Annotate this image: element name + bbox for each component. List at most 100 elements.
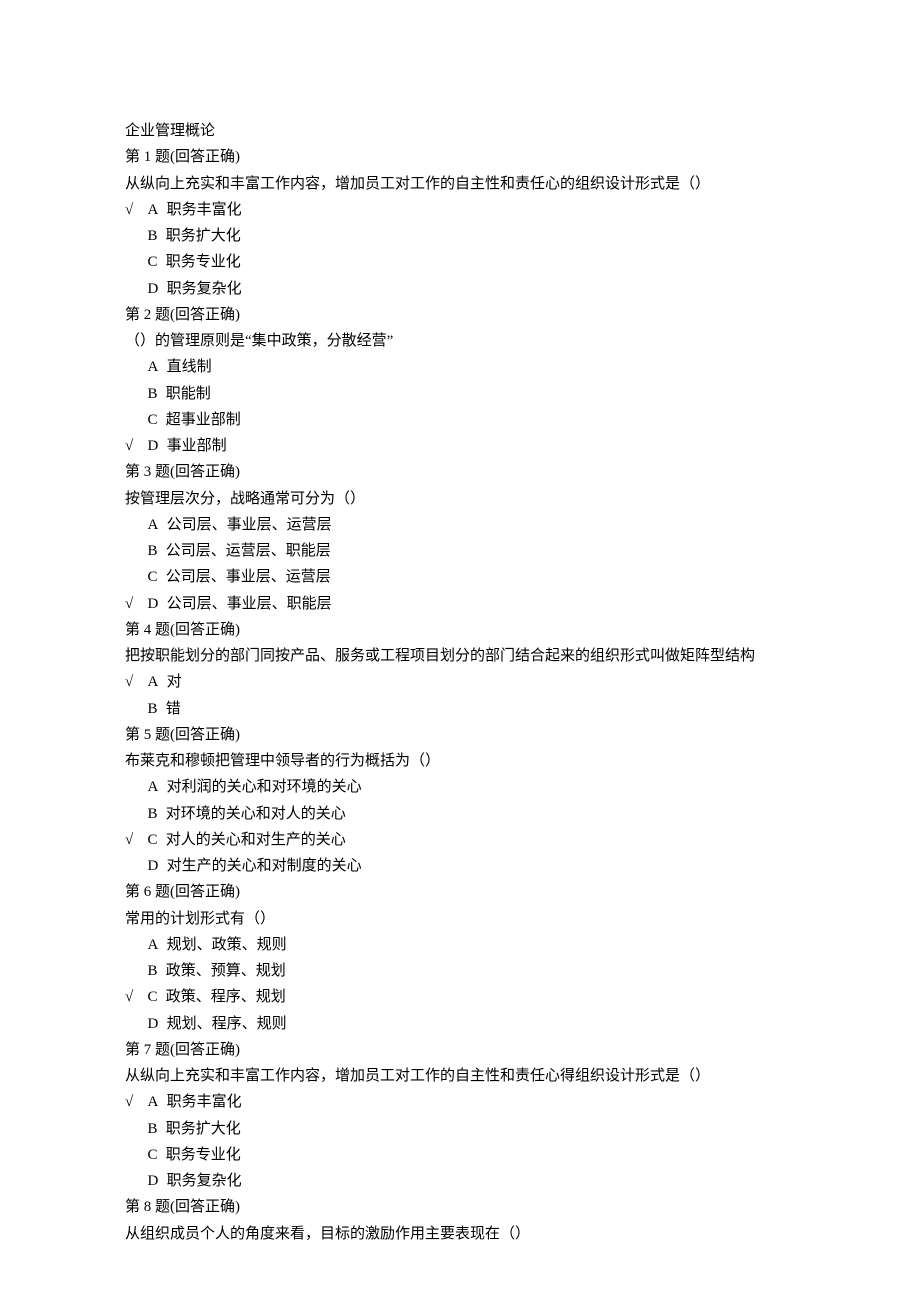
option-check: √ (125, 1089, 148, 1115)
page-title: 企业管理概论 (125, 118, 795, 144)
question-status: (回答正确) (170, 149, 240, 165)
question-header: 第 1 题(回答正确) (125, 144, 795, 170)
question-option: √D 事业部制 (125, 433, 795, 459)
question-option: B 政策、预算、规划 (125, 958, 795, 984)
option-text: 公司层、运营层、职能层 (162, 543, 331, 559)
option-letter: A (148, 674, 159, 690)
option-letter: C (148, 1147, 158, 1163)
option-letter: A (148, 517, 159, 533)
option-letter: A (148, 937, 159, 953)
question-header: 第 5 题(回答正确) (125, 722, 795, 748)
option-letter: D (148, 438, 159, 454)
option-letter: B (148, 806, 158, 822)
option-text: 职务复杂化 (163, 281, 242, 297)
question-status: (回答正确) (170, 1042, 240, 1058)
question-option: √A 职务丰富化 (125, 1089, 795, 1115)
question-option: A 规划、政策、规则 (125, 932, 795, 958)
option-letter: B (148, 386, 158, 402)
question-option: C 职务专业化 (125, 249, 795, 275)
question-option: A 公司层、事业层、运营层 (125, 512, 795, 538)
question-number: 8 (144, 1199, 152, 1215)
option-text: 职务扩大化 (162, 228, 241, 244)
question-option: B 错 (125, 696, 795, 722)
option-text: 政策、预算、规划 (162, 963, 286, 979)
question-option: B 对环境的关心和对人的关心 (125, 801, 795, 827)
question-header: 第 7 题(回答正确) (125, 1037, 795, 1063)
question-option: A 直线制 (125, 354, 795, 380)
question-prompt: （）的管理原则是“集中政策，分散经营” (125, 328, 795, 354)
question-status: (回答正确) (170, 727, 240, 743)
option-text: 公司层、事业层、运营层 (163, 517, 332, 533)
option-text: 对环境的关心和对人的关心 (162, 806, 346, 822)
option-letter: A (148, 359, 159, 375)
question-option: A 对利润的关心和对环境的关心 (125, 774, 795, 800)
question-option: √A 职务丰富化 (125, 197, 795, 223)
question-header: 第 6 题(回答正确) (125, 879, 795, 905)
question-status: (回答正确) (170, 884, 240, 900)
option-text: 对利润的关心和对环境的关心 (163, 779, 362, 795)
option-letter: D (148, 1173, 159, 1189)
question-status: (回答正确) (170, 307, 240, 323)
question-option: B 职务扩大化 (125, 1116, 795, 1142)
option-letter: C (148, 254, 158, 270)
option-letter: D (148, 596, 159, 612)
option-text: 直线制 (163, 359, 212, 375)
option-text: 职务专业化 (162, 1147, 241, 1163)
question-header: 第 4 题(回答正确) (125, 617, 795, 643)
question-prompt: 按管理层次分，战略通常可分为（） (125, 486, 795, 512)
option-check: √ (125, 984, 148, 1010)
option-letter: B (148, 701, 158, 717)
question-option: B 公司层、运营层、职能层 (125, 538, 795, 564)
option-letter: D (148, 858, 159, 874)
question-option: B 职能制 (125, 381, 795, 407)
option-letter: D (148, 1016, 159, 1032)
option-check: √ (125, 669, 148, 695)
question-option: C 超事业部制 (125, 407, 795, 433)
option-letter: B (148, 1121, 158, 1137)
question-prompt: 把按职能划分的部门同按产品、服务或工程项目划分的部门结合起来的组织形式叫做矩阵型… (125, 643, 795, 669)
question-option: C 公司层、事业层、运营层 (125, 564, 795, 590)
question-number: 2 (144, 307, 152, 323)
option-letter: A (148, 779, 159, 795)
option-text: 规划、政策、规则 (163, 937, 287, 953)
question-number: 6 (144, 884, 152, 900)
option-check: √ (125, 197, 148, 223)
question-option: √C 政策、程序、规划 (125, 984, 795, 1010)
option-text: 职务扩大化 (162, 1121, 241, 1137)
question-prompt: 从纵向上充实和丰富工作内容，增加员工对工作的自主性和责任心得组织设计形式是（） (125, 1063, 795, 1089)
question-status: (回答正确) (170, 622, 240, 638)
question-option: D 规划、程序、规则 (125, 1011, 795, 1037)
option-text: 事业部制 (163, 438, 227, 454)
option-check: √ (125, 433, 148, 459)
question-number: 1 (144, 149, 152, 165)
question-option: D 职务复杂化 (125, 276, 795, 302)
option-text: 公司层、事业层、运营层 (162, 569, 331, 585)
option-text: 政策、程序、规划 (162, 989, 286, 1005)
option-letter: D (148, 281, 159, 297)
option-text: 职务丰富化 (163, 202, 242, 218)
question-header: 第 3 题(回答正确) (125, 459, 795, 485)
question-option: √D 公司层、事业层、职能层 (125, 591, 795, 617)
question-prompt: 常用的计划形式有（） (125, 906, 795, 932)
option-check: √ (125, 591, 148, 617)
question-header: 第 8 题(回答正确) (125, 1194, 795, 1220)
option-letter: A (148, 1094, 159, 1110)
option-text: 对 (163, 674, 182, 690)
question-prompt: 从纵向上充实和丰富工作内容，增加员工对工作的自主性和责任心的组织设计形式是（） (125, 171, 795, 197)
question-option: D 职务复杂化 (125, 1168, 795, 1194)
question-prompt: 布莱克和穆顿把管理中领导者的行为概括为（） (125, 748, 795, 774)
option-letter: C (148, 569, 158, 585)
option-text: 职务复杂化 (163, 1173, 242, 1189)
option-text: 职务丰富化 (163, 1094, 242, 1110)
option-text: 错 (162, 701, 181, 717)
question-number: 4 (144, 622, 152, 638)
option-text: 对人的关心和对生产的关心 (162, 832, 346, 848)
option-text: 公司层、事业层、职能层 (163, 596, 332, 612)
document-body: 企业管理概论第 1 题(回答正确)从纵向上充实和丰富工作内容，增加员工对工作的自… (125, 118, 795, 1247)
option-text: 职能制 (162, 386, 211, 402)
question-option: D 对生产的关心和对制度的关心 (125, 853, 795, 879)
question-status: (回答正确) (170, 464, 240, 480)
option-letter: C (148, 832, 158, 848)
question-header: 第 2 题(回答正确) (125, 302, 795, 328)
question-number: 5 (144, 727, 152, 743)
